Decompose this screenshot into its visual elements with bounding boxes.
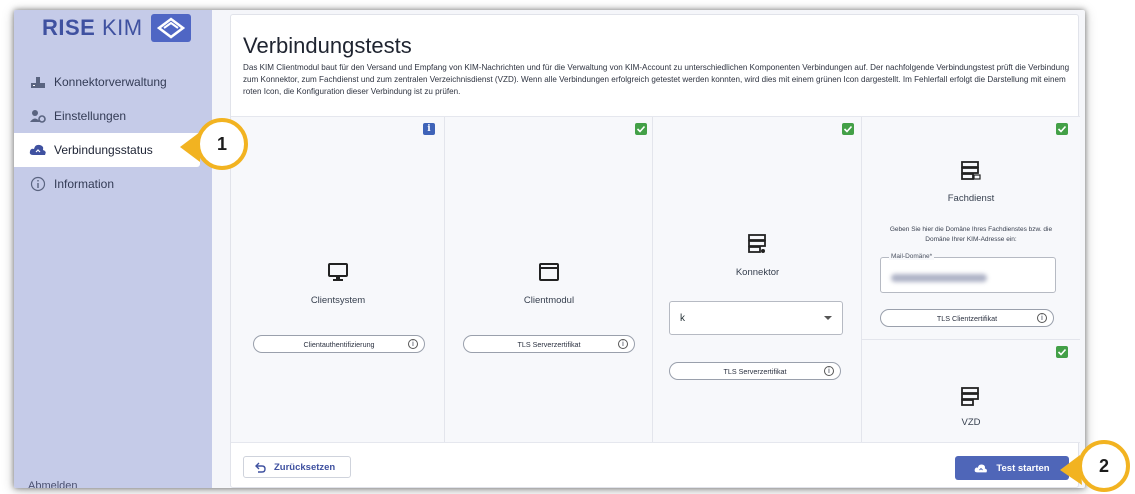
callout-2: 2 <box>1078 440 1130 492</box>
callout-overlay <box>180 132 1082 485</box>
callout-1: 1 <box>196 118 248 170</box>
